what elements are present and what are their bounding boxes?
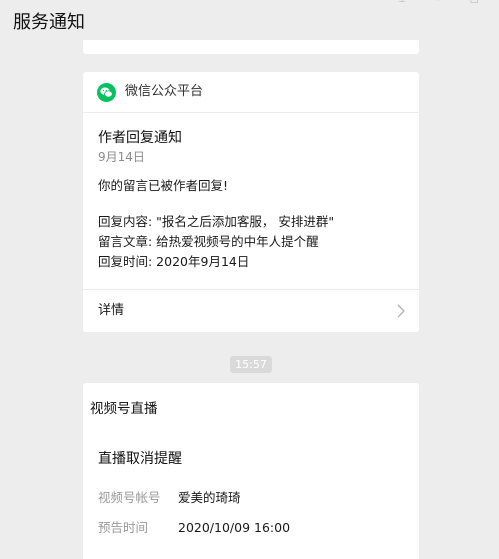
source-name: 视频号直播 — [90, 401, 158, 417]
message-line: 回复时间: 2020年9月14日 — [98, 254, 250, 269]
detail-label: 详情 — [98, 303, 125, 318]
message-source: 微信公众平台 — [97, 82, 203, 102]
pin-icon[interactable]: ⊥ — [397, 0, 407, 5]
field-value: 2020/10/09 16:00 — [178, 520, 291, 535]
maximize-icon[interactable]: □ — [469, 0, 479, 5]
message-title: 直播取消提醒 — [98, 451, 182, 467]
source-name: 微信公众平台 — [125, 84, 204, 99]
timestamp-badge: 15:57 — [230, 356, 272, 373]
author-reply-message-card[interactable]: 微信公众平台 作者回复通知 9月14日 你的留言已被作者回复! 回复内容: "报… — [83, 72, 419, 332]
detail-link[interactable]: 详情 — [83, 290, 419, 332]
live-cancel-message-card[interactable]: 视频号直播 直播取消提醒 视频号帐号 爱美的琦琦 预告时间 2020/10/09… — [83, 383, 419, 559]
message-date: 9月14日 — [98, 150, 145, 164]
header: 服务通知 ⊥ – □ — [0, 0, 499, 44]
page-title: 服务通知 — [13, 12, 85, 33]
window-controls: ⊥ – □ — [397, 0, 479, 5]
minimize-icon[interactable]: – — [433, 0, 443, 5]
field-label: 预告时间 — [98, 520, 149, 535]
field-label: 视频号帐号 — [98, 490, 161, 505]
chevron-right-icon — [397, 304, 405, 318]
field-value: 爱美的琦琦 — [178, 490, 241, 505]
message-title: 作者回复通知 — [98, 130, 182, 146]
previous-message-card[interactable] — [83, 40, 419, 54]
wechat-icon — [97, 82, 116, 102]
message-line: 留言文章: 给热爱视频号的中年人提个醒 — [98, 234, 319, 249]
message-line: 回复内容: "报名之后添加客服， 安排进群" — [98, 214, 335, 229]
card-divider — [83, 112, 419, 113]
message-line: 你的留言已被作者回复! — [98, 178, 229, 193]
